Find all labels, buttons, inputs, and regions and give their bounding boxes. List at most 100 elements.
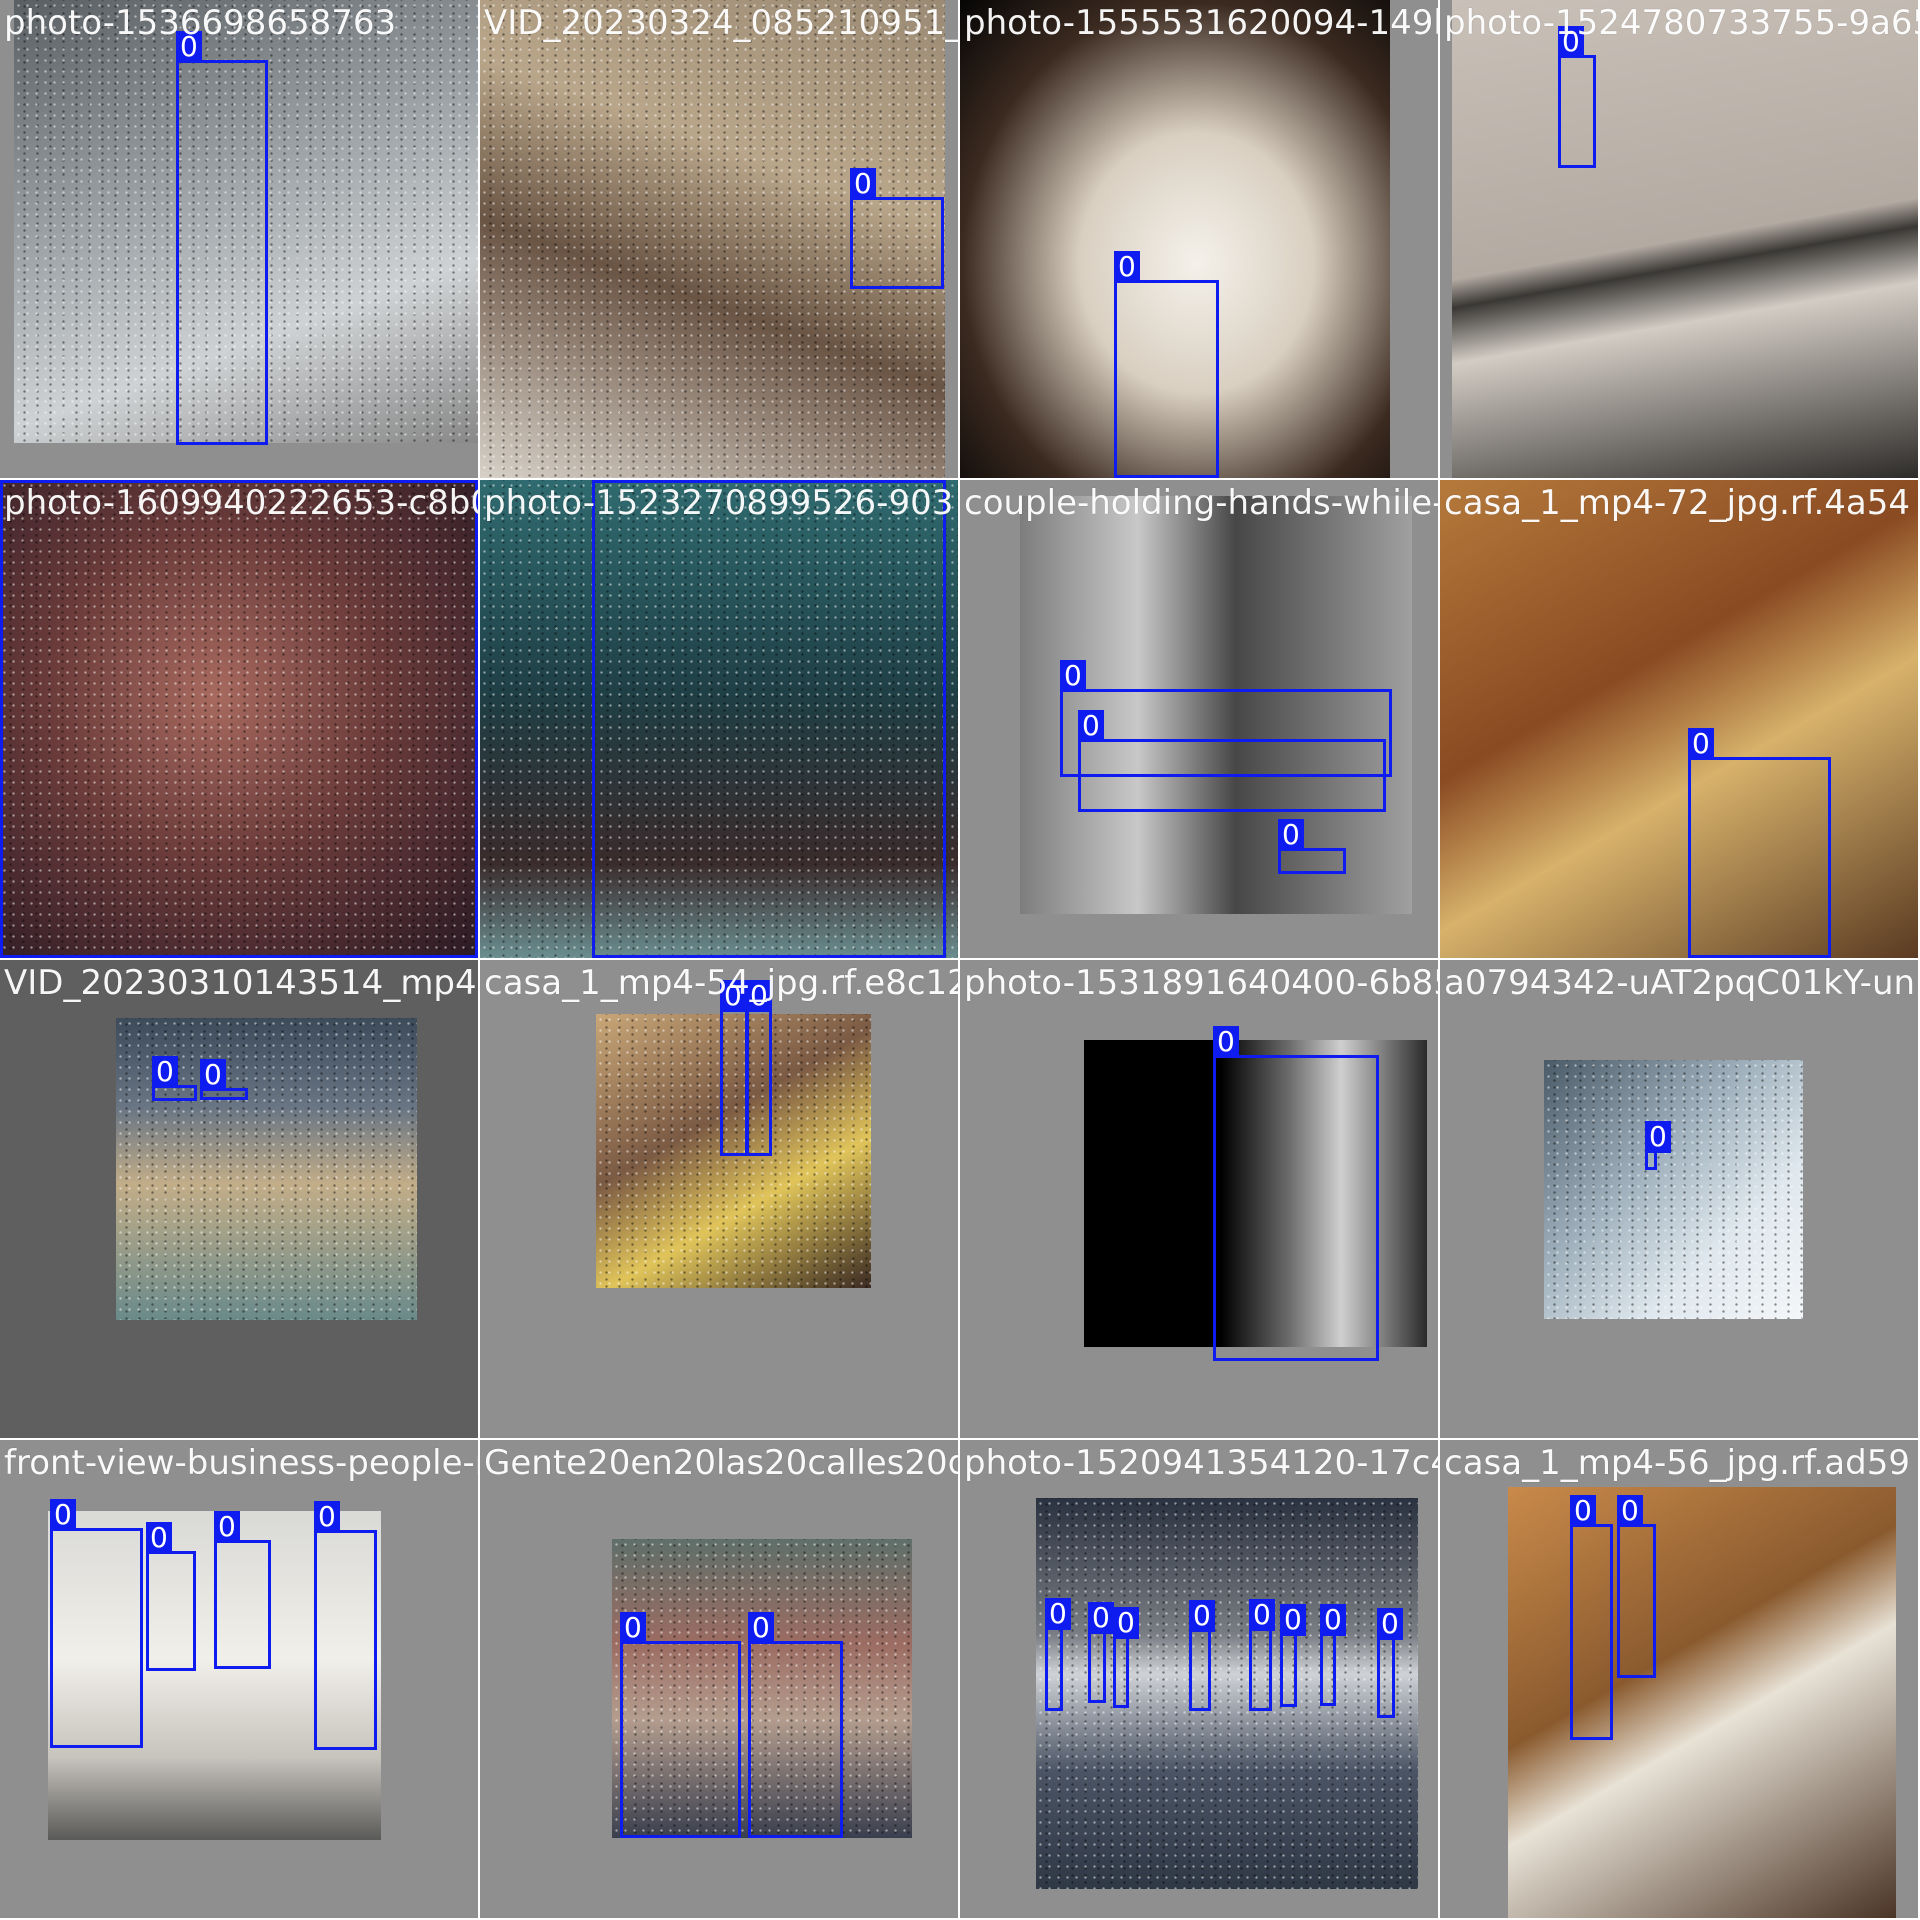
class-label: 0 [1688, 728, 1714, 760]
grid-divider [478, 0, 480, 1920]
tile-image [1452, 0, 1918, 478]
tile-filename: casa_1_mp4-54_jpg.rf.e8c12 [484, 963, 958, 1003]
detection-box: 0 [200, 1059, 248, 1100]
tile-filename: photo-1531891640400-6b85 [964, 963, 1438, 1003]
class-label: 0 [850, 168, 876, 200]
tile-filename: VID_20230324_085210951_mp4-5_jpg.rf.e3 [484, 3, 958, 43]
detection-box: 0 [1617, 1495, 1656, 1678]
class-label: 0 [748, 1612, 774, 1644]
detection-box: 0 [176, 31, 268, 445]
detection-box: 0 [214, 1511, 271, 1669]
class-label: 0 [1278, 819, 1304, 851]
detection-box: 0 [1278, 819, 1346, 874]
detection-box: 0 [1189, 1600, 1215, 1711]
detection-box: 0 [152, 1056, 197, 1101]
tile-filename: photo-1524780733755-9a65 [1444, 3, 1918, 43]
detection-box: 0 [1088, 1602, 1114, 1703]
detection-box: 0 [1113, 1607, 1139, 1708]
class-label: 0 [1189, 1600, 1215, 1632]
tile-filename: Gente20en20las20calles20de20Guadalajara [484, 1443, 958, 1483]
detection-box: 0 [592, 480, 946, 958]
mosaic-tile: 00 VID_20230310143514_mp4-17_jpg.rf.e8c1 [0, 960, 478, 1438]
class-label: 0 [200, 1059, 226, 1091]
detection-box: 0 [1320, 1604, 1346, 1706]
mosaic-tile: 0 0 0 couple-holding-hands-while-walking_jp… [960, 480, 1438, 958]
mosaic-tile: 0 0 casa_1_mp4-54_jpg.rf.e8c12 [480, 960, 958, 1438]
class-label: 0 [1213, 1026, 1239, 1058]
tile-filename: VID_20230310143514_mp4-17_jpg.rf.e8c1 [4, 963, 478, 1003]
mosaic-tile: 0 0 casa_1_mp4-56_jpg.rf.ad59 [1440, 1440, 1918, 1918]
detection-box: 0 [0, 480, 478, 958]
mosaic-tile: 0 a0794342-uAT2pqC01kY-un [1440, 960, 1918, 1438]
tile-image [1508, 1487, 1896, 1918]
mosaic-tile: 0photo-1523270899526-903 [480, 480, 958, 958]
mosaic-tile: 0 photo-1524780733755-9a65 [1440, 0, 1918, 478]
tile-filename: photo-1520941354120-17c4c3fc [964, 1443, 1438, 1483]
detection-box: 0 [1558, 26, 1596, 168]
tile-filename: couple-holding-hands-while-walking_jpg [964, 483, 1438, 523]
class-label: 0 [1377, 1608, 1403, 1640]
grid-divider [0, 1438, 1920, 1440]
mosaic-tile: 00000000photo-1520941354120-17c4c3fc [960, 1440, 1438, 1918]
class-label: 0 [314, 1501, 340, 1533]
detection-box: 0 [850, 168, 944, 289]
class-label: 0 [620, 1612, 646, 1644]
detection-box: 0 [1078, 710, 1386, 812]
mosaic-grid: 0 photo-1536698658763 0 VID_20230324_085210… [0, 0, 1920, 1920]
mosaic-tile: 0 photo-1536698658763 [0, 0, 478, 478]
mosaic-tile: 0 0 0 0 front-view-business-people-meeting_j… [0, 1440, 478, 1918]
mosaic-tile: 0 VID_20230324_085210951_mp4-5_jpg.rf.e3 [480, 0, 958, 478]
detection-box: 0 [1114, 251, 1219, 478]
mosaic-tile: 0 photo-1555531620094-149bef2096_jpg.rf.e [960, 0, 1438, 478]
mosaic-tile: 0 casa_1_mp4-72_jpg.rf.4a54 [1440, 480, 1918, 958]
detection-box: 0 [1570, 1495, 1613, 1740]
class-label: 0 [1249, 1599, 1275, 1631]
class-label: 0 [152, 1056, 178, 1088]
detection-box: 0 [1213, 1026, 1379, 1361]
mosaic-tile: 0photo-1609940222653-c8b0 [0, 480, 478, 958]
class-label: 0 [1280, 1604, 1306, 1636]
detection-box: 0 [720, 980, 748, 1156]
class-label: 0 [50, 1499, 76, 1531]
tile-filename: a0794342-uAT2pqC01kY-un [1444, 963, 1916, 1003]
detection-box: 0 [1377, 1608, 1403, 1718]
class-label: 0 [1078, 710, 1104, 742]
detection-box: 0 [1249, 1599, 1275, 1711]
tile-filename: photo-1555531620094-149bef2096_jpg.rf.e [964, 3, 1438, 43]
tile-filename: photo-1609940222653-c8b0 [4, 483, 478, 523]
grid-divider [0, 478, 1920, 480]
detection-box: 0 [746, 980, 772, 1156]
class-label: 0 [1114, 251, 1140, 283]
detection-box: 0 [50, 1499, 143, 1748]
noise-overlay [1544, 1060, 1803, 1319]
tile-filename: casa_1_mp4-72_jpg.rf.4a54 [1444, 483, 1911, 523]
detection-box: 0 [1045, 1598, 1071, 1711]
class-label: 0 [1320, 1604, 1346, 1636]
class-label: 0 [1088, 1602, 1114, 1634]
mosaic-tile: 0 photo-1531891640400-6b85 [960, 960, 1438, 1438]
tile-filename: casa_1_mp4-56_jpg.rf.ad59 [1444, 1443, 1910, 1483]
class-label: 0 [1570, 1495, 1596, 1527]
detection-box: 0 [1645, 1121, 1671, 1170]
detection-box: 0 [146, 1522, 196, 1671]
class-label: 0 [1045, 1598, 1071, 1630]
class-label: 0 [214, 1511, 240, 1543]
detection-box: 0 [748, 1612, 843, 1838]
tile-image [1544, 1060, 1803, 1319]
detection-box: 0 [1280, 1604, 1306, 1707]
grid-divider [1438, 0, 1440, 1920]
mosaic-tile: 0 0 Gente20en20las20calles20de20Guadalajar… [480, 1440, 958, 1918]
tile-filename: photo-1523270899526-903 [484, 483, 954, 523]
grid-divider [0, 958, 1920, 960]
class-label: 0 [1617, 1495, 1643, 1527]
detection-box: 0 [314, 1501, 377, 1750]
detection-box: 0 [1688, 728, 1831, 958]
class-label: 0 [1645, 1121, 1671, 1153]
tile-image [1440, 480, 1918, 958]
tile-filename: front-view-business-people-meeting_jpg [4, 1443, 478, 1483]
class-label: 0 [146, 1522, 172, 1554]
tile-filename: photo-1536698658763 [4, 3, 397, 43]
detection-box: 0 [620, 1612, 741, 1838]
class-label: 0 [1060, 660, 1086, 692]
class-label: 0 [1113, 1607, 1139, 1639]
